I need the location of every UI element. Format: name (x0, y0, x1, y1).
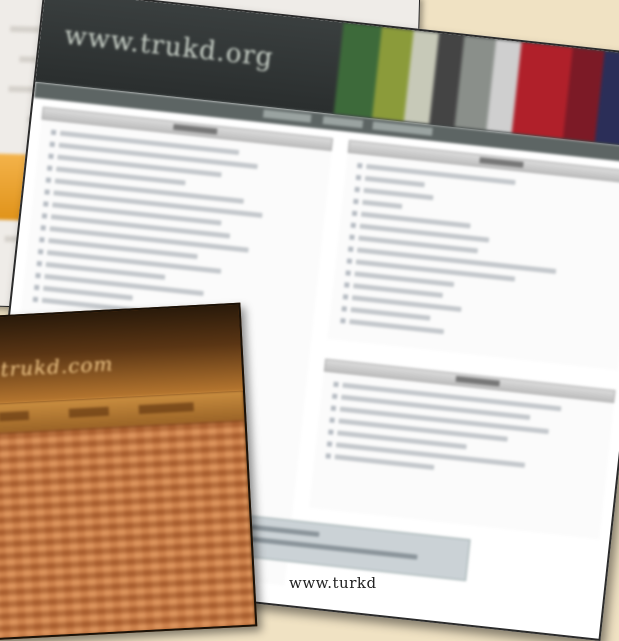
right-lower-column (309, 358, 616, 540)
site-logo: www.trukd.org (62, 20, 275, 74)
right-column (327, 139, 619, 371)
orange-site-image (0, 420, 256, 641)
orange-site-header: trukd.com (0, 304, 243, 406)
orange-screenshot-card: trukd.com (0, 302, 258, 641)
caption-text: www.turkd (289, 574, 377, 592)
orange-site-title: trukd.com (0, 351, 114, 382)
